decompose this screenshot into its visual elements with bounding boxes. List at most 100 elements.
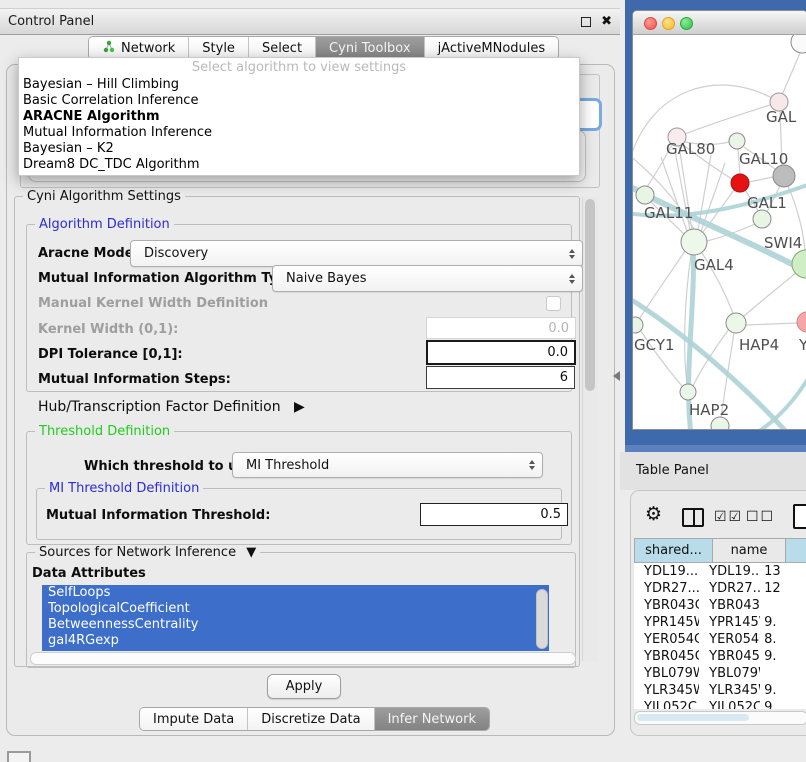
network-node[interactable] — [753, 210, 771, 228]
manual-kernel-width-checkbox[interactable] — [546, 296, 561, 311]
table-panel-title: Table Panel — [636, 452, 709, 490]
aracne-mode-combobox[interactable]: Discovery — [130, 240, 583, 267]
network-node[interactable] — [797, 312, 806, 332]
minimize-traffic-light-icon[interactable] — [662, 17, 675, 30]
attribute-list-item[interactable]: SelfLoops — [42, 585, 549, 601]
network-node-label: GAL11 — [644, 204, 693, 222]
hub-transcription-section-toggle[interactable]: Hub/Transcription Factor Definition ▶ — [38, 399, 305, 415]
table-column-header[interactable] — [786, 538, 806, 563]
algorithm-option[interactable]: Basic Correlation Inference — [19, 93, 579, 109]
algorithm-option[interactable]: Bayesian – K2 — [19, 141, 579, 157]
network-node[interactable] — [773, 165, 795, 187]
select-all-checkboxes-icon[interactable]: ☑☑ — [714, 509, 743, 525]
algorithm-dropdown-placeholder: Select algorithm to view settings — [19, 58, 579, 77]
control-panel-title: Control Panel — [8, 9, 94, 34]
network-node[interactable] — [791, 35, 806, 53]
scrollbar-thumb[interactable] — [637, 714, 749, 721]
control-panel-titlebar: Control Panel ✖ — [0, 8, 620, 35]
settings-horizontal-scrollbar[interactable] — [30, 652, 576, 665]
expand-arrow-icon: ▶ — [294, 399, 305, 415]
attributes-list-scrollbar-thumb[interactable] — [536, 589, 548, 649]
network-node[interactable] — [680, 384, 696, 400]
table-row[interactable]: YDR27...YDR27...12 — [634, 580, 806, 597]
manual-kernel-width-label: Manual Kernel Width Definition — [38, 296, 268, 311]
combo-arrows-icon — [529, 460, 535, 470]
tab-select[interactable]: Select — [249, 37, 316, 59]
which-threshold-combobox[interactable]: MI Threshold — [232, 452, 543, 478]
sources-title: Sources for Network Inference ▼ — [35, 545, 260, 560]
which-threshold-value: MI Threshold — [246, 458, 329, 473]
algorithm-dropdown-popup: Select algorithm to view settings Bayesi… — [18, 57, 580, 176]
tab-network[interactable]: Network — [89, 37, 189, 59]
network-node[interactable] — [726, 313, 746, 333]
table-row[interactable]: YBR045CYBR045C9. — [634, 648, 806, 665]
data-attributes-list[interactable]: SelfLoopsTopologicalCoefficientBetweenne… — [42, 585, 549, 651]
tab-impute-data[interactable]: Impute Data — [140, 708, 248, 730]
tab-discretize-data[interactable]: Discretize Data — [248, 708, 374, 730]
screen: Control Panel ✖ NetworkStyleSelectCyni T… — [0, 0, 806, 762]
table-row[interactable]: YPR145WYPR145W9. — [634, 614, 806, 631]
combo-arrows-icon — [569, 249, 575, 259]
tab-infer-network[interactable]: Infer Network — [375, 708, 489, 730]
document-icon[interactable] — [793, 504, 806, 529]
deselect-all-checkboxes-icon[interactable]: ☐☐ — [746, 509, 775, 525]
network-node[interactable] — [681, 229, 707, 255]
combo-arrows-icon — [569, 274, 575, 284]
mi-threshold-input[interactable]: 0.5 — [420, 503, 568, 526]
scrollbar-thumb[interactable] — [585, 199, 595, 391]
algorithm-option[interactable]: Bayesian – Hill Climbing — [19, 77, 579, 93]
table-panel-titlebar: Table Panel — [620, 452, 806, 490]
network-canvas[interactable]: GALGAL80GAL10GAL1GAL11SWI4GAL4GCY1HAP4YH… — [633, 35, 806, 429]
attribute-list-item[interactable]: TopologicalCoefficient — [42, 601, 549, 617]
table-horizontal-scrollbar[interactable] — [634, 711, 806, 725]
mi-algorithm-type-label: Mutual Information Algorithm Type: — [38, 271, 301, 286]
dpi-tolerance-input[interactable]: 0.0 — [426, 340, 576, 365]
mi-steps-input[interactable]: 6 — [426, 366, 575, 389]
attribute-list-item[interactable]: gal4RGexp — [42, 633, 549, 649]
collapse-arrow-icon[interactable]: ▼ — [246, 545, 256, 560]
network-node-label: Y — [798, 336, 806, 354]
network-node-label: GAL4 — [694, 256, 734, 274]
aracne-mode-label: Aracne Mode: — [38, 246, 139, 261]
table-column-header[interactable]: name — [713, 538, 786, 563]
mi-threshold-definition-title: MI Threshold Definition — [45, 481, 203, 496]
network-node-label: HAP4 — [739, 336, 779, 354]
mi-algorithm-type-combobox[interactable]: Naive Bayes — [272, 265, 583, 292]
settings-vertical-scrollbar[interactable] — [582, 197, 598, 661]
table-row[interactable]: YLR345WYLR345W9. — [634, 682, 806, 699]
algorithm-option[interactable]: Dream8 DC_TDC Algorithm — [19, 157, 579, 173]
attribute-list-item[interactable]: BetweennessCentrality — [42, 617, 549, 633]
table-row[interactable]: YBR043CYBR043C — [634, 597, 806, 614]
aracne-mode-value: Discovery — [144, 246, 208, 261]
table-rows: YDL19...YDL19...13YDR27...YDR27...12YBR0… — [634, 563, 806, 709]
table-row[interactable]: YBL079WYBL079W — [634, 665, 806, 682]
zoom-traffic-light-icon[interactable] — [680, 17, 693, 30]
table-row[interactable]: YDL19...YDL19...13 — [634, 563, 806, 580]
network-node[interactable] — [636, 186, 654, 204]
cyni-bottom-tabs: Impute DataDiscretize DataInfer Network — [139, 707, 490, 731]
close-traffic-light-icon[interactable] — [644, 17, 657, 30]
kernel-width-input[interactable]: 0.0 — [426, 317, 576, 339]
table-row[interactable]: YER054CYER054C8. — [634, 631, 806, 648]
network-node-label: GAL80 — [666, 140, 715, 158]
gear-icon[interactable]: ⚙ — [645, 503, 662, 525]
table-row[interactable]: YIL052CYIL052C9 — [634, 699, 806, 709]
tab-style[interactable]: Style — [189, 37, 249, 59]
corner-widget-icon[interactable] — [7, 751, 31, 762]
network-node[interactable] — [729, 133, 745, 149]
network-node[interactable] — [731, 174, 749, 192]
tab-cyni-toolbox[interactable]: Cyni Toolbox — [316, 37, 425, 59]
algorithm-option[interactable]: ARACNE Algorithm — [19, 109, 579, 125]
algorithm-option[interactable]: Mutual Information Inference — [19, 125, 579, 141]
mi-algorithm-type-value: Naive Bayes — [286, 271, 366, 286]
table-column-header[interactable]: shared... — [634, 538, 713, 563]
network-node-label: GAL1 — [747, 194, 787, 212]
apply-button[interactable]: Apply — [267, 674, 341, 699]
panel-splitter-arrow[interactable] — [613, 371, 620, 381]
table-header-row: shared...name — [634, 538, 806, 563]
columns-icon[interactable] — [682, 508, 704, 527]
network-node[interactable] — [633, 317, 643, 333]
float-window-icon[interactable] — [581, 17, 591, 27]
tab-jactivemnodules[interactable]: jActiveMNodules — [425, 37, 559, 59]
close-icon[interactable]: ✖ — [601, 12, 612, 31]
